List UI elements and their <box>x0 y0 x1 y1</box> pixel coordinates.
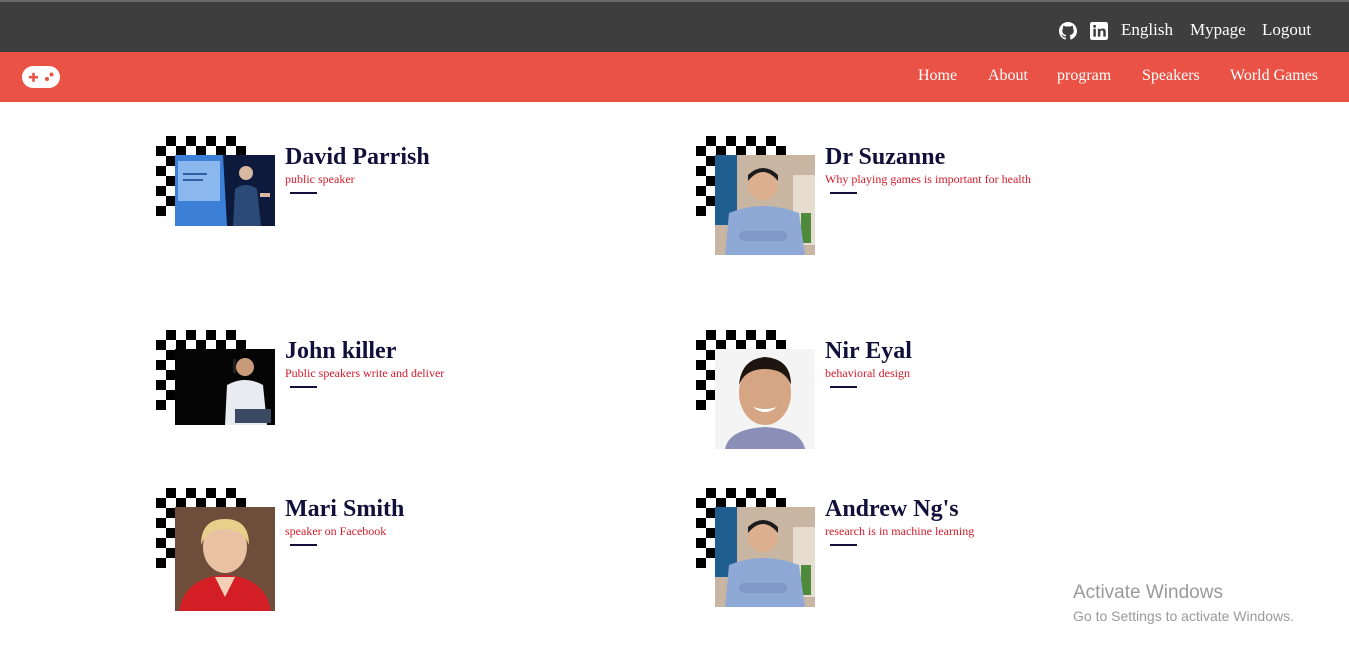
speaker-name: David Parrish <box>285 144 430 170</box>
gamepad-logo-icon[interactable] <box>22 66 60 88</box>
watermark-title: Activate Windows <box>1073 582 1223 603</box>
speaker-role: behavioral design <box>825 366 910 380</box>
speaker-photo <box>715 507 815 607</box>
activate-windows-watermark: Activate Windows Go to Settings to activ… <box>1073 582 1294 624</box>
speaker-photo <box>715 349 815 449</box>
speaker-role: speaker on Facebook <box>285 524 387 538</box>
speaker-name: Nir Eyal <box>825 338 912 364</box>
divider <box>830 192 857 194</box>
speaker-card[interactable]: Nir Eyal behavioral design <box>696 330 1216 460</box>
watermark-subtitle: Go to Settings to activate Windows. <box>1073 608 1294 624</box>
speaker-photo <box>175 155 275 226</box>
nav-speakers[interactable]: Speakers <box>1142 67 1200 85</box>
speaker-photo <box>715 155 815 255</box>
speaker-role: public speaker <box>285 172 355 186</box>
speaker-photo <box>175 507 275 611</box>
divider <box>830 386 857 388</box>
nav-program[interactable]: program <box>1057 67 1111 85</box>
speaker-name: John killer <box>285 338 397 364</box>
speaker-card[interactable]: John killer Public speakers write and de… <box>156 330 676 460</box>
nav-home[interactable]: Home <box>918 67 957 85</box>
linkedin-icon[interactable] <box>1090 22 1108 40</box>
divider <box>290 544 317 546</box>
speaker-card[interactable]: David Parrish public speaker <box>156 136 676 266</box>
language-link[interactable]: English <box>1121 20 1173 40</box>
github-icon[interactable] <box>1059 22 1077 40</box>
divider <box>290 192 317 194</box>
nav-world-games[interactable]: World Games <box>1230 67 1318 85</box>
speaker-role: Why playing games is important for healt… <box>825 172 1031 186</box>
speaker-name: Mari Smith <box>285 496 405 522</box>
speaker-role: research is in machine learning <box>825 524 975 538</box>
speaker-name: Andrew Ng's <box>825 496 959 522</box>
speaker-card[interactable]: Mari Smith speaker on Facebook <box>156 488 676 618</box>
divider <box>830 544 857 546</box>
mypage-link[interactable]: Mypage <box>1190 20 1246 40</box>
speaker-role: Public speakers write and deliver <box>285 366 445 380</box>
speaker-card[interactable]: Dr Suzanne Why playing games is importan… <box>696 136 1216 266</box>
divider <box>290 386 317 388</box>
speaker-name: Dr Suzanne <box>825 144 946 170</box>
logout-link[interactable]: Logout <box>1262 20 1311 40</box>
nav-about[interactable]: About <box>988 67 1028 85</box>
speaker-photo <box>175 349 275 425</box>
top-utility-bar: English Mypage Logout <box>0 0 1349 52</box>
main-navbar: Home About program Speakers World Games <box>0 52 1349 102</box>
